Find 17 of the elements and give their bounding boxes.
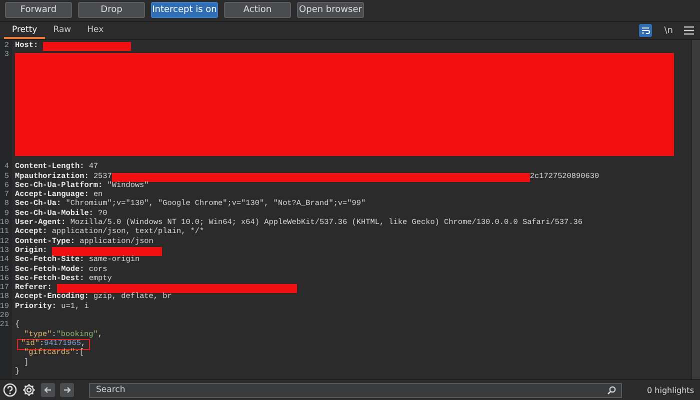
help-icon[interactable] [3, 383, 17, 397]
search-field[interactable]: Search [89, 382, 622, 398]
open-browser-button[interactable]: Open browser [297, 2, 364, 18]
scrollbar[interactable] [691, 40, 700, 379]
action-button[interactable]: Action [224, 2, 291, 18]
forward-button[interactable]: Forward [5, 2, 72, 18]
view-tab[interactable]: Hex [79, 22, 112, 39]
view-tab[interactable]: Raw [45, 22, 80, 39]
highlight-count: 0 highlights [647, 386, 694, 394]
drop-button[interactable]: Drop [78, 2, 145, 18]
search-icon [607, 386, 616, 394]
wrap-lines-icon[interactable] [639, 24, 652, 37]
intercept-button[interactable]: Intercept is on [151, 2, 218, 18]
newline-toggle[interactable]: \n [662, 26, 675, 36]
menu-icon[interactable] [684, 26, 694, 35]
view-tab[interactable]: Pretty [4, 22, 46, 39]
settings-icon[interactable] [22, 383, 36, 397]
